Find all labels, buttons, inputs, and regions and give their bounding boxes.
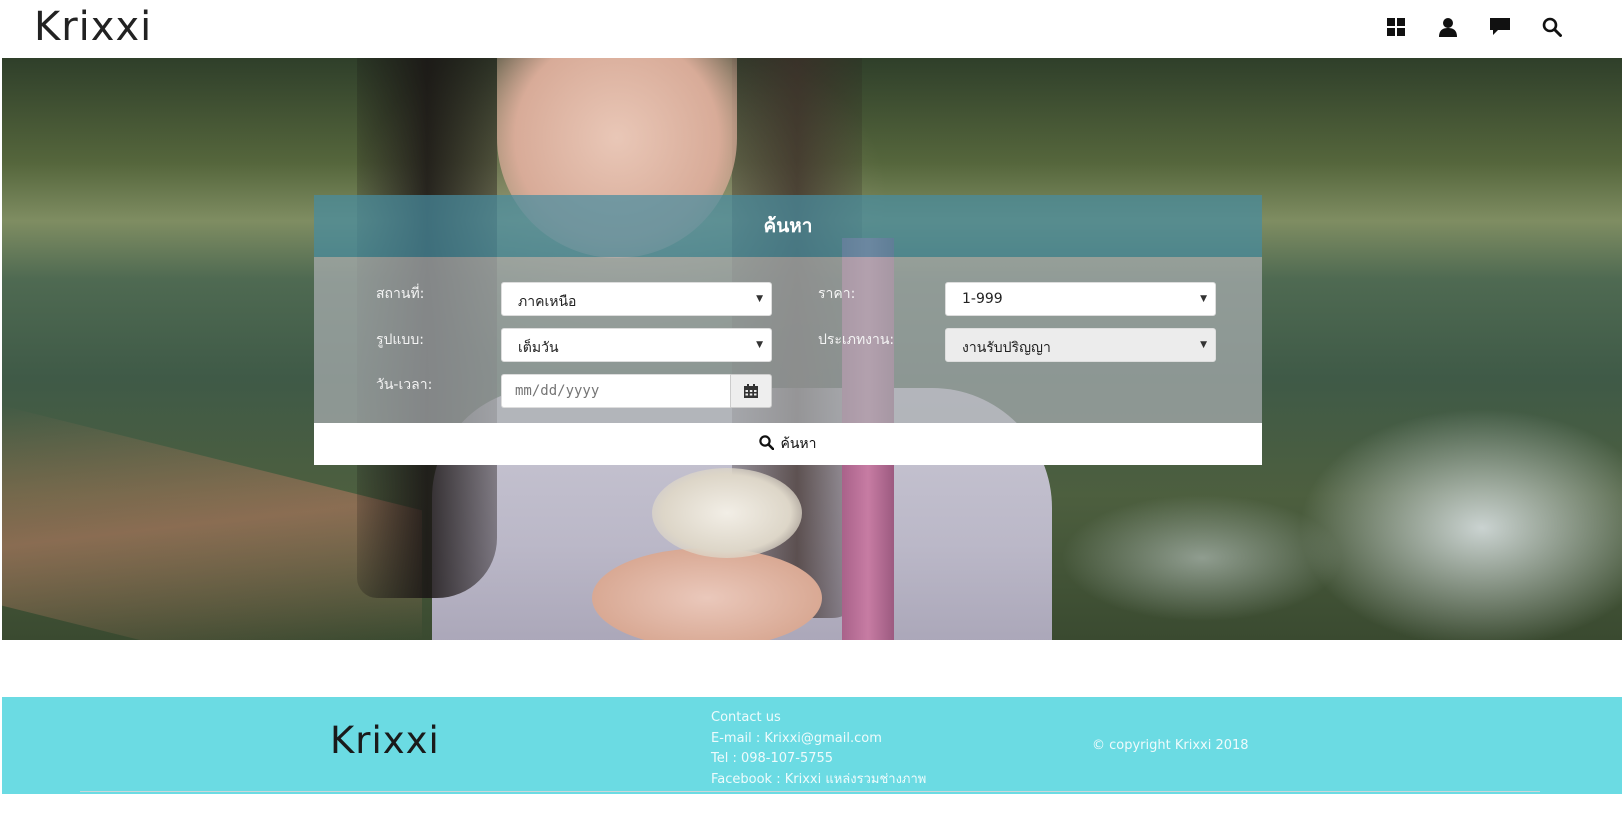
job-type-select[interactable]: งานรับปริญญา ▼ xyxy=(945,328,1216,362)
job-type-select-value: งานรับปริญญา xyxy=(962,340,1051,356)
contact-heading: Contact us xyxy=(711,710,781,725)
location-select[interactable]: ภาคเหนือ ▼ xyxy=(501,282,772,316)
footer-contact: Contact us E-mail : Krixxi@gmail.com Tel… xyxy=(711,708,926,790)
grid-icon[interactable] xyxy=(1384,14,1408,40)
contact-tel: Tel : 098-107-5755 xyxy=(711,751,834,766)
date-input[interactable] xyxy=(501,374,730,408)
chevron-down-icon: ▼ xyxy=(756,294,763,304)
format-select-value: เต็มวัน xyxy=(518,340,559,356)
search-panel-header: ค้นหา xyxy=(314,195,1262,257)
format-select[interactable]: เต็มวัน ▼ xyxy=(501,328,772,362)
search-icon xyxy=(759,434,775,454)
search-panel-body: สถานที่: ภาคเหนือ ▼ ราคา: 1-999 ▼ รูปแบบ… xyxy=(314,257,1262,423)
calendar-icon[interactable] xyxy=(730,374,772,408)
price-select-value: 1-999 xyxy=(962,291,1003,307)
chevron-down-icon: ▼ xyxy=(756,340,763,350)
chat-icon[interactable] xyxy=(1488,14,1512,40)
chevron-down-icon: ▼ xyxy=(1200,340,1207,350)
site-logo[interactable]: Krixxi xyxy=(34,4,152,50)
user-icon[interactable] xyxy=(1436,14,1460,40)
nav-icon-group xyxy=(1384,14,1564,40)
footer: Krixxi Contact us E-mail : Krixxi@gmail.… xyxy=(2,697,1622,794)
price-select[interactable]: 1-999 ▼ xyxy=(945,282,1216,316)
location-select-value: ภาคเหนือ xyxy=(518,294,577,310)
search-button[interactable]: ค้นหา xyxy=(314,423,1262,465)
copyright-text: © copyright Krixxi 2018 xyxy=(1092,738,1249,753)
location-label: สถานที่: xyxy=(376,286,425,302)
hero-hands-shape xyxy=(592,548,822,640)
datetime-label: วัน-เวลา: xyxy=(376,377,433,393)
contact-email[interactable]: E-mail : Krixxi@gmail.com xyxy=(711,729,926,750)
search-panel: ค้นหา สถานที่: ภาคเหนือ ▼ ราคา: 1-999 ▼ … xyxy=(314,195,1262,465)
search-panel-title: ค้นหา xyxy=(763,215,813,237)
top-navbar: Krixxi xyxy=(0,0,1622,58)
contact-facebook[interactable]: Facebook : Krixxi แหล่งรวมช่างภาพ xyxy=(711,770,926,791)
datetime-field xyxy=(501,374,772,408)
chevron-down-icon: ▼ xyxy=(1200,294,1207,304)
price-label: ราคา: xyxy=(818,286,856,302)
hero-flowers-shape xyxy=(652,468,802,558)
search-icon[interactable] xyxy=(1540,14,1564,40)
footer-logo: Krixxi xyxy=(330,719,440,762)
job-type-label: ประเภทงาน: xyxy=(818,332,895,348)
search-button-label: ค้นหา xyxy=(780,436,817,452)
bottom-divider xyxy=(80,791,1540,792)
format-label: รูปแบบ: xyxy=(376,332,424,348)
